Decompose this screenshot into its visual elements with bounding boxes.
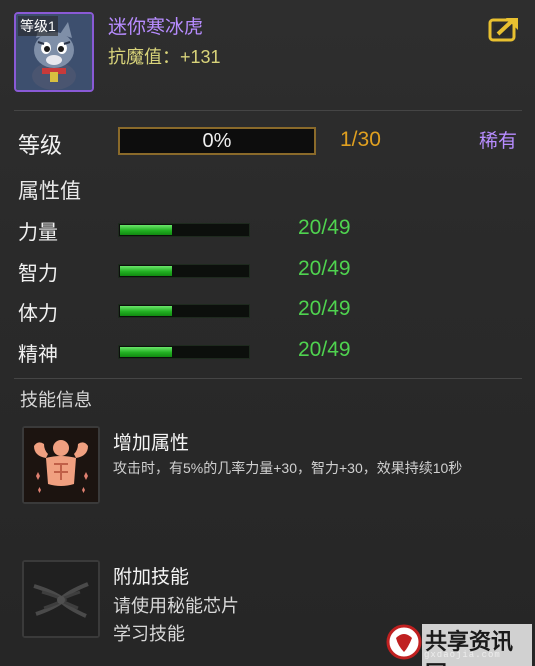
skill-name: 增加属性 — [113, 433, 190, 454]
stat-fill — [120, 347, 172, 357]
watermark-logo-icon — [386, 624, 422, 660]
stat-value: 20/49 — [298, 257, 351, 280]
skill-name: 附加技能 — [113, 567, 190, 588]
stat-name: 精神 — [18, 344, 58, 366]
stat-bar — [118, 264, 250, 278]
level-progress-text: 0% — [202, 130, 232, 152]
stat-fill — [120, 225, 172, 235]
share-icon — [488, 18, 518, 42]
header-divider — [14, 110, 522, 111]
skills-divider — [14, 378, 522, 379]
share-button[interactable] — [488, 16, 520, 42]
stat-value: 20/49 — [298, 297, 351, 320]
stat-row-strength: 力量 20/49 — [0, 212, 535, 246]
skills-title: 技能信息 — [20, 390, 92, 410]
stat-value: 20/49 — [298, 338, 351, 361]
level-count: 1/30 — [340, 128, 381, 151]
stat-bar — [118, 345, 250, 359]
pet-info-panel: 等级1 迷你寒冰虎 抗魔值：+131 等级 0% 1/30 稀有 属性值 力量 … — [0, 0, 535, 666]
stat-row-intelligence: 智力 20/49 — [0, 253, 535, 287]
resist-value: 抗魔值：+131 — [108, 47, 221, 67]
stat-value: 20/49 — [298, 216, 351, 239]
stat-name: 体力 — [18, 303, 58, 325]
muscle-icon — [24, 428, 98, 502]
stat-bar — [118, 304, 250, 318]
stat-name: 力量 — [18, 222, 58, 244]
skill-icon-slot[interactable] — [22, 426, 100, 504]
stat-fill — [120, 306, 172, 316]
watermark: 共享资讯网 gxdaojia.com — [384, 622, 532, 666]
level-tag: 等级1 — [18, 16, 58, 36]
stat-row-stamina: 体力 20/49 — [0, 293, 535, 327]
watermark-subtext: gxdaojia.com — [424, 650, 501, 660]
stat-fill — [120, 266, 172, 276]
rarity-label: 稀有 — [479, 131, 518, 152]
pet-name: 迷你寒冰虎 — [108, 17, 204, 38]
stat-name: 智力 — [18, 263, 58, 285]
skill-description: 攻击时，有5%的几率力量+30，智力+30，效果持续10秒 — [113, 460, 463, 476]
level-label: 等级 — [18, 133, 63, 158]
attributes-title: 属性值 — [18, 180, 81, 203]
pet-portrait[interactable]: 等级1 — [14, 12, 94, 92]
stat-row-spirit: 精神 20/49 — [0, 334, 535, 368]
stat-bar — [118, 223, 250, 237]
pet-header: 等级1 迷你寒冰虎 抗魔值：+131 — [0, 0, 535, 98]
level-progress-bar: 0% — [118, 127, 316, 155]
locked-skill-icon — [24, 562, 98, 636]
skill-icon-slot[interactable] — [22, 560, 100, 638]
skill-hint-line1: 请使用秘能芯片 — [113, 596, 239, 616]
skill-hint-line2: 学习技能 — [113, 624, 185, 644]
